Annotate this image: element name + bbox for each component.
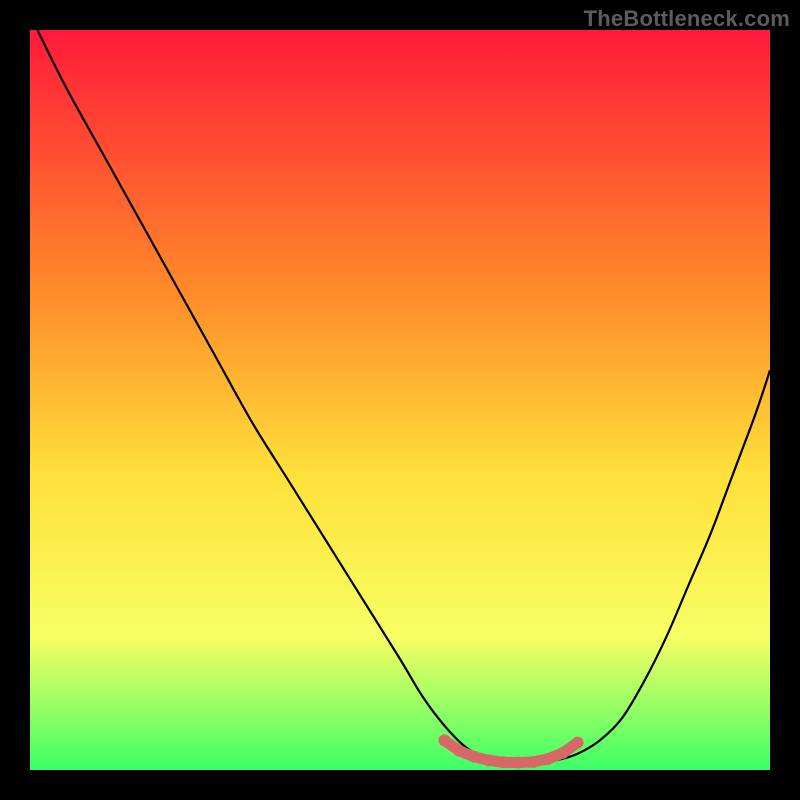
- optimal-marker-dot: [572, 737, 584, 749]
- optimal-marker-dot: [512, 757, 524, 769]
- optimal-marker-dot: [542, 753, 554, 765]
- optimal-marker-dot: [453, 745, 465, 757]
- optimal-marker-dot: [468, 751, 480, 763]
- optimal-marker-dot: [527, 756, 539, 768]
- optimal-marker-dot: [438, 734, 450, 746]
- chart-plot-area: [30, 30, 770, 770]
- optimal-marker-dot: [498, 756, 510, 768]
- optimal-marker-dot: [483, 754, 495, 766]
- optimal-marker-dot: [557, 747, 569, 759]
- watermark-text: TheBottleneck.com: [584, 6, 790, 32]
- bottleneck-chart: [30, 30, 770, 770]
- chart-frame: TheBottleneck.com: [0, 0, 800, 800]
